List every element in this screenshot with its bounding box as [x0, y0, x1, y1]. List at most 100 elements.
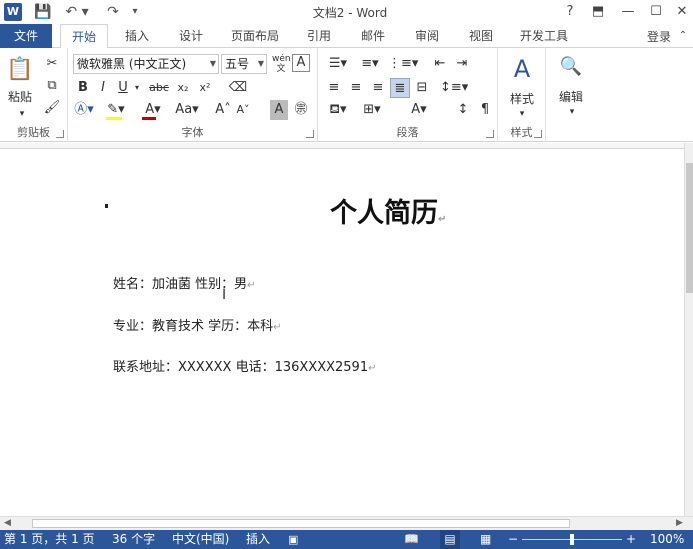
- horizontal-scrollbar[interactable]: ◀ ▶: [0, 516, 693, 530]
- decrease-indent-icon[interactable]: ⇤: [430, 54, 450, 74]
- horizontal-scroll-thumb[interactable]: [32, 519, 570, 528]
- insert-mode-indicator[interactable]: 插入: [246, 530, 270, 549]
- character-shading-button[interactable]: A: [270, 100, 288, 120]
- italic-button[interactable]: I: [94, 78, 112, 98]
- styles-launcher-icon[interactable]: [534, 130, 542, 138]
- chevron-down-icon[interactable]: ▼: [210, 55, 216, 73]
- document-line-contact[interactable]: 联系地址：XXXXXX 电话：136XXXX2591↵: [113, 356, 376, 375]
- numbering-button[interactable]: ≡▾: [356, 54, 384, 74]
- shrink-font-button[interactable]: A˅: [234, 100, 252, 120]
- cut-icon[interactable]: ✂: [42, 54, 62, 74]
- justify-icon[interactable]: ≣: [390, 78, 410, 98]
- chinese-layout-button[interactable]: A▾: [404, 100, 434, 120]
- zoom-level[interactable]: 100%: [650, 530, 684, 549]
- increase-indent-icon[interactable]: ⇥: [452, 54, 472, 74]
- document-title[interactable]: 个人简历↵: [330, 191, 446, 230]
- web-layout-icon[interactable]: ▦: [480, 530, 491, 549]
- close-icon[interactable]: ✕: [670, 2, 693, 22]
- character-border-button[interactable]: A: [292, 54, 310, 72]
- chevron-down-icon[interactable]: ▼: [258, 55, 264, 73]
- shading-button[interactable]: ⛾▾: [324, 100, 352, 120]
- save-icon[interactable]: 💾: [34, 2, 52, 22]
- editing-dropdown-icon[interactable]: ▾: [562, 102, 582, 122]
- bullets-button[interactable]: ☰▾: [324, 54, 352, 74]
- page-count[interactable]: 第 1 页，共 1 页: [4, 530, 95, 549]
- sort-icon[interactable]: ↕: [452, 100, 474, 120]
- font-size-combo[interactable]: 五号 ▼: [221, 54, 267, 74]
- language-indicator[interactable]: 中文(中国): [172, 530, 229, 549]
- tab-mailings[interactable]: 邮件: [350, 24, 396, 48]
- tab-file[interactable]: 文件: [0, 24, 52, 48]
- underline-button[interactable]: U: [114, 78, 132, 98]
- font-name-value: 微软雅黑 (中文正文): [77, 57, 187, 71]
- scroll-left-icon[interactable]: ◀: [4, 518, 11, 528]
- scroll-right-icon[interactable]: ▶: [676, 518, 683, 528]
- redo-icon[interactable]: ↷: [102, 2, 124, 22]
- zoom-out-icon[interactable]: −: [508, 530, 518, 549]
- paragraph-launcher-icon[interactable]: [486, 130, 494, 138]
- grow-font-button[interactable]: A˄: [214, 100, 232, 120]
- font-launcher-icon[interactable]: [306, 130, 314, 138]
- help-button[interactable]: ?: [558, 2, 582, 22]
- tab-view[interactable]: 视图: [458, 24, 504, 48]
- change-case-button[interactable]: Aa▾: [172, 100, 202, 120]
- document-area[interactable]: 个人简历↵ 姓名：加油菌 性别：男↵ 专业：教育技术 学历：本科↵ 联系地址：X…: [0, 143, 684, 516]
- title-bar: W 💾 ↶ ▾ ↷ ▾ 文档2 - Word ? ⬒ — ☐ ✕: [0, 0, 693, 24]
- tab-home[interactable]: 开始: [60, 24, 108, 49]
- undo-icon[interactable]: ↶ ▾: [62, 2, 92, 22]
- word-app-icon[interactable]: W: [4, 3, 22, 21]
- borders-button[interactable]: ⊞▾: [358, 100, 386, 120]
- underline-dropdown-icon[interactable]: ▾: [132, 78, 142, 98]
- document-line-major[interactable]: 专业：教育技术 学历：本科↵: [113, 315, 282, 334]
- font-name-combo[interactable]: 微软雅黑 (中文正文) ▼: [73, 54, 219, 74]
- copy-icon[interactable]: ⧉: [42, 76, 62, 96]
- tab-insert[interactable]: 插入: [114, 24, 160, 48]
- vertical-scroll-thumb[interactable]: [686, 163, 693, 293]
- clear-formatting-icon[interactable]: ⌫: [228, 78, 248, 98]
- superscript-button[interactable]: x²: [196, 78, 214, 98]
- vertical-scrollbar[interactable]: [684, 143, 693, 516]
- print-layout-icon[interactable]: ▤: [440, 530, 460, 549]
- multilevel-list-button[interactable]: ⋮≡▾: [388, 54, 418, 74]
- tab-review[interactable]: 审阅: [404, 24, 450, 48]
- ribbon-display-options-icon[interactable]: ⬒: [586, 2, 610, 22]
- customize-quick-access-icon[interactable]: ▾: [128, 2, 142, 22]
- zoom-slider-thumb[interactable]: [570, 534, 574, 545]
- zoom-in-icon[interactable]: +: [626, 530, 636, 549]
- format-painter-icon[interactable]: 🖌: [42, 98, 62, 118]
- tab-developer[interactable]: 开发工具: [512, 24, 576, 48]
- align-left-icon[interactable]: ≡: [324, 78, 344, 98]
- styles-dropdown-icon[interactable]: ▾: [512, 104, 532, 124]
- styles-icon[interactable]: A: [508, 54, 536, 84]
- enclose-characters-button[interactable]: ㊪: [292, 100, 310, 120]
- paste-button[interactable]: 粘贴: [4, 88, 36, 105]
- clipboard-launcher-icon[interactable]: [56, 130, 64, 138]
- tab-design[interactable]: 设计: [168, 24, 214, 48]
- paste-icon[interactable]: 📋: [6, 56, 34, 84]
- distributed-icon[interactable]: ⊟: [412, 78, 432, 98]
- font-group: 微软雅黑 (中文正文) ▼ 五号 ▼ wén 文 A B I U ▾ abc x₂…: [68, 48, 318, 142]
- align-center-icon[interactable]: ≡: [346, 78, 366, 98]
- word-count[interactable]: 36 个字: [112, 530, 155, 549]
- phonetic-guide-button[interactable]: wén 文: [272, 54, 291, 74]
- line-spacing-button[interactable]: ↕≡▾: [440, 78, 468, 98]
- collapse-ribbon-icon[interactable]: ⌃: [674, 26, 692, 46]
- tab-references[interactable]: 引用: [296, 24, 342, 48]
- macro-record-icon[interactable]: ▣: [288, 530, 298, 549]
- text-effects-button[interactable]: Ⓐ▾: [72, 100, 96, 120]
- read-mode-icon[interactable]: 📖: [404, 530, 419, 549]
- minimize-icon[interactable]: —: [616, 2, 640, 22]
- subscript-button[interactable]: x₂: [174, 78, 192, 98]
- paste-dropdown-icon[interactable]: ▾: [8, 104, 36, 124]
- show-formatting-marks-icon[interactable]: ¶: [476, 100, 494, 120]
- login-link[interactable]: 登录: [647, 28, 671, 45]
- tab-page-layout[interactable]: 页面布局: [222, 24, 288, 48]
- document-line-name[interactable]: 姓名：加油菌 性别：男↵: [113, 273, 256, 292]
- paragraph-group-label: 段落: [396, 126, 419, 139]
- bold-button[interactable]: B: [74, 78, 92, 98]
- maximize-icon[interactable]: ☐: [644, 2, 668, 22]
- align-right-icon[interactable]: ≡: [368, 78, 388, 98]
- strikethrough-button[interactable]: abc: [146, 78, 172, 98]
- binoculars-icon[interactable]: 🔍: [558, 54, 584, 80]
- paragraph-mark-icon: ↵: [368, 363, 377, 374]
